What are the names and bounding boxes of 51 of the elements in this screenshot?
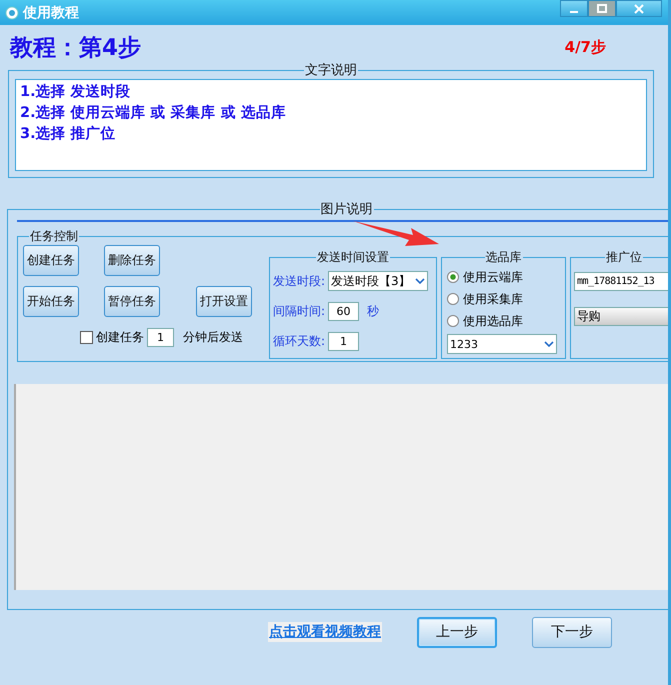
maximize-icon bbox=[597, 4, 607, 14]
instruction-line: 1.选择 发送时段 bbox=[20, 82, 132, 102]
radio-button[interactable] bbox=[447, 293, 459, 305]
group-legend: 发送时间设置 bbox=[316, 249, 390, 266]
section-legend: 文字说明 bbox=[304, 61, 358, 79]
group-legend: 任务控制 bbox=[29, 228, 79, 245]
section-legend: 图片说明 bbox=[320, 200, 374, 218]
radio-button[interactable] bbox=[447, 271, 459, 283]
nav-button[interactable]: 下一步 bbox=[532, 616, 612, 648]
checkbox[interactable] bbox=[80, 331, 93, 344]
group-legend: 选品库 bbox=[484, 249, 522, 266]
instruction-line: 3.选择 推广位 bbox=[20, 124, 117, 144]
task-button[interactable]: 暂停任务 bbox=[104, 286, 160, 317]
task-button[interactable]: 创建任务 bbox=[23, 245, 79, 276]
video-tutorial-link[interactable]: 点击观看视频教程 bbox=[268, 622, 382, 642]
minimize-button[interactable] bbox=[560, 0, 588, 17]
radio-button[interactable] bbox=[447, 315, 459, 327]
nav-button[interactable]: 上一步 bbox=[417, 616, 497, 648]
instruction-line: 2.选择 使用云端库 或 采集库 或 选品库 bbox=[20, 104, 287, 123]
unit-label: 秒 bbox=[367, 302, 380, 320]
library-dropdown[interactable]: 1233 bbox=[447, 334, 557, 354]
radio-label: 使用选品库 bbox=[463, 312, 523, 330]
checkbox-label: 创建任务 bbox=[96, 329, 144, 346]
field-label: 循环天数: bbox=[273, 332, 326, 350]
pid-field[interactable]: mm_17881152_13 bbox=[574, 272, 668, 291]
radio-option[interactable]: 使用云端库 bbox=[447, 266, 560, 288]
minimize-icon bbox=[570, 10, 578, 12]
maximize-button[interactable] bbox=[588, 0, 616, 17]
app-icon bbox=[5, 6, 19, 20]
delay-field[interactable]: 1 bbox=[147, 328, 174, 347]
task-button[interactable]: 删除任务 bbox=[104, 245, 160, 276]
close-icon bbox=[634, 4, 644, 14]
radio-option[interactable]: 使用选品库 bbox=[447, 310, 560, 332]
period-dropdown[interactable]: 发送时段【3】 bbox=[328, 271, 428, 291]
window-title: 使用教程 bbox=[23, 4, 79, 22]
task-button[interactable]: 打开设置 bbox=[196, 286, 252, 317]
interval-field[interactable]: 60 bbox=[328, 302, 360, 320]
field-label: 发送时段: bbox=[273, 272, 326, 290]
group-legend: 推广位 bbox=[605, 250, 643, 266]
radio-option[interactable]: 使用采集库 bbox=[447, 288, 560, 310]
chevron-icon bbox=[415, 278, 426, 284]
type-dropdown[interactable]: 导购 bbox=[574, 307, 668, 326]
days-field[interactable]: 1 bbox=[328, 332, 360, 350]
delay-suffix: 分钟后发送 bbox=[183, 329, 243, 346]
radio-label: 使用云端库 bbox=[463, 268, 523, 286]
close-button[interactable] bbox=[616, 0, 662, 17]
task-button[interactable]: 开始任务 bbox=[23, 286, 79, 317]
field-label: 间隔时间: bbox=[273, 302, 326, 320]
step-title: 教程：第4步 bbox=[10, 34, 142, 62]
chevron-icon bbox=[544, 341, 554, 347]
radio-label: 使用采集库 bbox=[463, 290, 523, 308]
